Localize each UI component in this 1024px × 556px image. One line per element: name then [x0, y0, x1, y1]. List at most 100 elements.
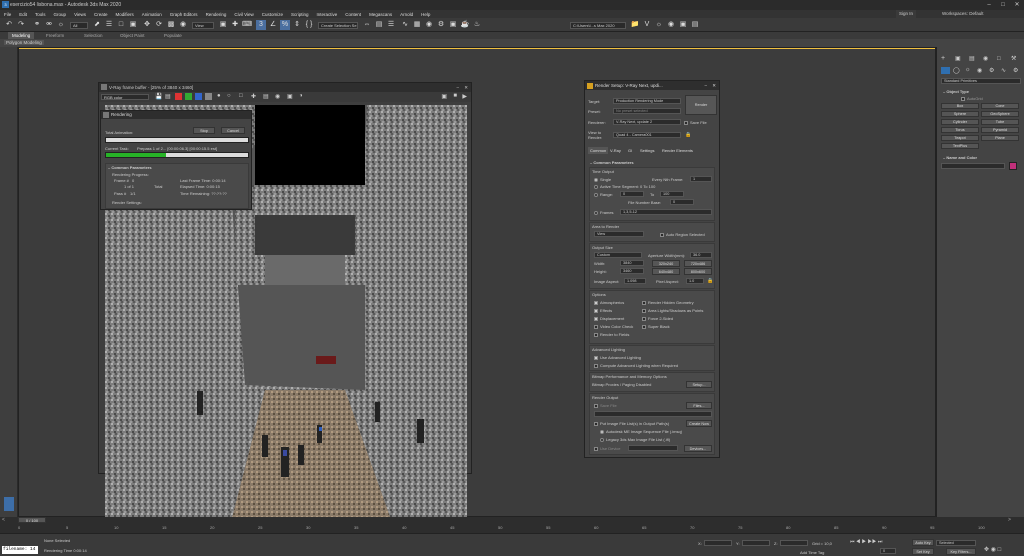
vray-camera-icon[interactable]: ◉ [666, 20, 676, 30]
close-icon[interactable]: ✕ [1010, 0, 1024, 10]
object-name-field[interactable] [941, 163, 1005, 169]
stop-button[interactable]: Stop [193, 127, 215, 134]
rect-region-icon[interactable]: □ [116, 20, 126, 30]
view-to-render-dropdown[interactable]: Quad 4 - Camera001 [613, 132, 681, 138]
name-color-header[interactable]: – Name and Color [943, 155, 977, 160]
size-preset-dropdown[interactable]: Custom [594, 252, 642, 258]
pyramid-button[interactable]: Pyramid [981, 127, 1019, 133]
plane-button[interactable]: Plane [981, 135, 1019, 141]
geometry-icon[interactable] [941, 67, 950, 74]
select-by-name-icon[interactable]: ☰ [104, 20, 114, 30]
maximize-icon[interactable]: □ [996, 0, 1010, 10]
helpers-icon[interactable]: ⚙ [989, 67, 994, 74]
vray-plane-icon[interactable]: ▤ [690, 20, 700, 30]
select-icon[interactable]: ⬈ [92, 20, 102, 30]
render-icon[interactable]: ☕ [460, 20, 470, 30]
menu-help[interactable]: Help [421, 12, 430, 17]
track-mouse-icon[interactable]: ✚ [251, 93, 256, 100]
legacy-ifl-radio[interactable]: Legacy 3ds Max Image File List (.ifl) [600, 437, 670, 442]
rendering-dialog[interactable]: Rendering Total Animation: Stop Cancel C… [100, 110, 252, 210]
tab-modeling[interactable]: Modeling [8, 32, 35, 39]
create-now-button[interactable]: Create Now [686, 420, 712, 427]
maxscript-listener[interactable]: filename: 14 [2, 546, 38, 554]
menu-scripting[interactable]: Scripting [291, 12, 309, 17]
rendered-frame-icon[interactable]: ▣ [448, 20, 458, 30]
compute-advanced-lighting-checkbox[interactable]: Compute Advanced Lighting when Required [594, 363, 678, 368]
motion-tab-icon[interactable]: ◉ [983, 55, 988, 63]
tab-populate[interactable]: Populate [164, 32, 182, 39]
range-radio[interactable]: Range: [594, 192, 613, 197]
autogrid-checkbox[interactable]: AutoGrid [961, 96, 983, 101]
active-segment-radio[interactable]: Active Time Segment: 0 To 100 [594, 184, 655, 189]
every-nth-field[interactable]: 1 [690, 176, 712, 182]
window-crossing-icon[interactable]: ▣ [128, 20, 138, 30]
keyboard-shortcut-icon[interactable]: ⌨ [242, 20, 252, 30]
space-warps-icon[interactable]: ∿ [1001, 67, 1006, 74]
save-file-checkbox[interactable]: Save File [684, 120, 707, 125]
render-hidden-checkbox[interactable]: Render Hidden Geometry [642, 300, 694, 305]
autodesk-sequence-radio[interactable]: Autodesk ME Image Sequence File (.imsq) [600, 429, 682, 434]
redo-icon[interactable]: ↷ [16, 20, 26, 30]
place-icon[interactable]: ◉ [178, 20, 188, 30]
schematic-icon[interactable]: ▦ [412, 20, 422, 30]
unlink-icon[interactable]: ⚮ [44, 20, 54, 30]
utilities-tab-icon[interactable]: ⚒ [1011, 55, 1016, 63]
layers-icon[interactable]: ☰ [386, 20, 396, 30]
tab-gi[interactable]: GI [626, 147, 634, 154]
render-region-icon[interactable]: ▣ [287, 93, 293, 100]
auto-key-button[interactable]: Auto Key [912, 539, 934, 546]
z-coord-field[interactable] [780, 540, 808, 546]
preset-dropdown[interactable]: No preset selected [613, 108, 681, 114]
tab-render-elements[interactable]: Render Elements [660, 147, 695, 154]
filter-dropdown[interactable]: All [70, 22, 88, 29]
channel-dropdown[interactable]: RGB color [101, 94, 149, 100]
common-params-header[interactable]: – Common Parameters [590, 160, 634, 165]
display-tab-icon[interactable]: □ [997, 55, 1001, 63]
curve-editor-icon[interactable]: ∿ [400, 20, 410, 30]
frames-radio[interactable]: Frames [594, 210, 614, 215]
render-setup-minimize-icon[interactable]: – [704, 81, 707, 90]
devices-button[interactable]: Devices... [684, 445, 712, 452]
use-advanced-lighting-checkbox[interactable]: Use Advanced Lighting [594, 355, 641, 360]
tab-settings[interactable]: Settings [638, 147, 656, 154]
torus-button[interactable]: Torus [941, 127, 979, 133]
copy-icon[interactable]: ▤ [165, 93, 171, 100]
render-last-icon[interactable]: ▣ [441, 93, 447, 100]
lens-fx-icon[interactable]: ◉ [275, 93, 280, 100]
render-setup-close-icon[interactable]: ✕ [712, 81, 716, 90]
timeline[interactable]: 0 / 100 < > 0 5 10 15 20 25 30 35 40 45 50 55 60 65 70… [0, 517, 1024, 533]
sphere-button[interactable]: Sphere [941, 111, 979, 117]
menu-megascans[interactable]: Megascans [369, 12, 392, 17]
mono-icon[interactable]: ● [217, 93, 221, 99]
lights-icon[interactable]: ☼ [965, 67, 971, 73]
material-editor-icon[interactable]: ◉ [424, 20, 434, 30]
angle-snap-icon[interactable]: ∠ [268, 20, 278, 30]
menu-customize[interactable]: Customize [262, 12, 283, 17]
render-to-fields-checkbox[interactable]: Render to Fields [594, 332, 629, 337]
force-2-sided-checkbox[interactable]: Force 2-Sided [642, 316, 673, 321]
primitive-category-dropdown[interactable]: Standard Primitives [941, 78, 1021, 84]
viewport-nav-icons[interactable]: ✥ ◉ □ [984, 546, 1001, 553]
key-filters-button[interactable]: Key Filters... [946, 548, 976, 555]
create-tab-icon[interactable]: + [941, 55, 945, 63]
viewport-layout-icon[interactable] [4, 497, 14, 511]
modify-tab-icon[interactable]: ▣ [955, 55, 961, 63]
scale-icon[interactable]: ▩ [166, 20, 176, 30]
key-selection-dropdown[interactable]: Selected [936, 540, 976, 546]
files-button[interactable]: Files... [686, 402, 712, 409]
put-image-list-checkbox[interactable]: Put Image File List(s) in Output Path(s) [594, 421, 669, 426]
time-slider-prev-icon[interactable]: < [2, 517, 5, 523]
save-image-icon[interactable]: 💾 [155, 93, 162, 100]
folder-icon[interactable]: 📁 [630, 20, 640, 30]
hierarchy-tab-icon[interactable]: ▤ [969, 55, 975, 63]
move-icon[interactable]: ✥ [142, 20, 152, 30]
output-path-field[interactable] [594, 411, 712, 417]
teapot-button[interactable]: Teapot [941, 135, 979, 141]
preset-800x600-button[interactable]: 800x600 [684, 268, 712, 275]
save-file-output-checkbox[interactable]: Save File [594, 403, 617, 408]
device-field[interactable] [628, 445, 678, 451]
range-to-field[interactable]: 100 [660, 191, 684, 197]
frames-field[interactable]: 1,3,5-12 [620, 209, 712, 215]
spinner-snap-icon[interactable]: ⇕ [292, 20, 302, 30]
tube-button[interactable]: Tube [981, 119, 1019, 125]
